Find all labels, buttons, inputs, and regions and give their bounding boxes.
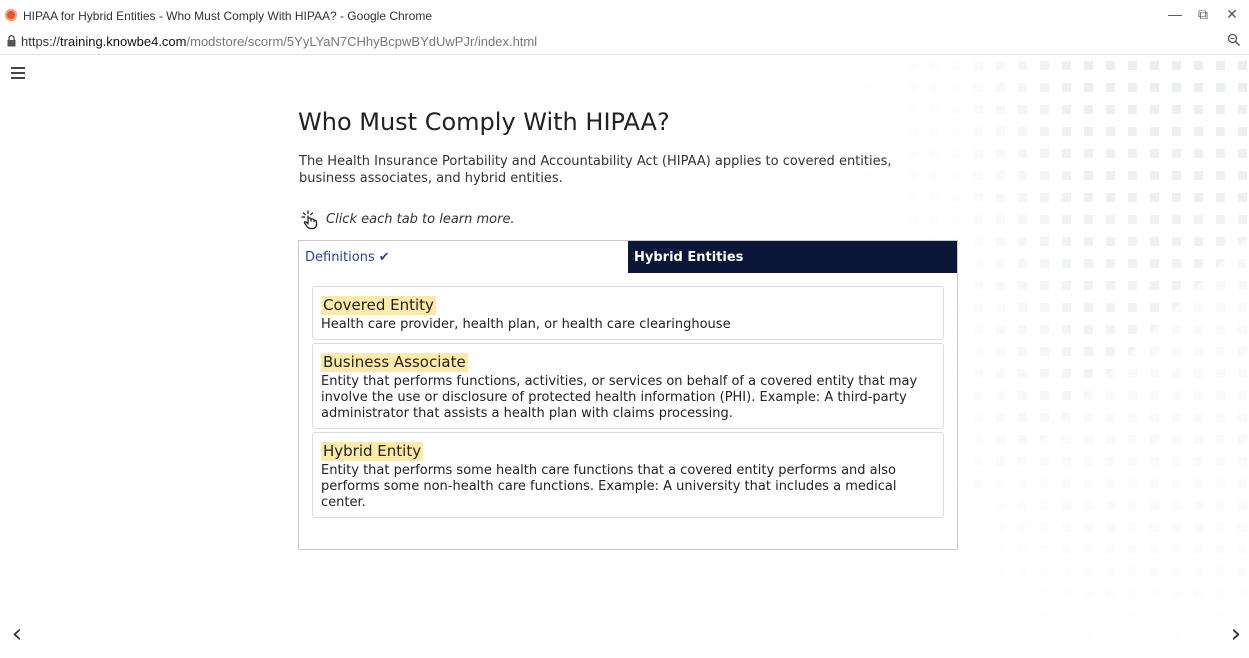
tap-icon: [301, 210, 318, 230]
window-title: HIPAA for Hybrid Entities - Who Must Com…: [23, 9, 433, 23]
check-icon: ✔: [378, 249, 390, 265]
course-content: Who Must Comply With HIPAA? The Health I…: [0, 55, 1249, 658]
definition-text: Entity that performs functions, activiti…: [321, 374, 918, 421]
close-button[interactable]: ✕: [1220, 3, 1244, 25]
url-host: training.knowbe4.com: [60, 34, 187, 49]
definition-card-hybrid-entity: Hybrid Entity Entity that performs some …: [312, 432, 944, 518]
tab-panel: Definitions ✔ Hybrid Entities Covered En…: [298, 240, 958, 550]
browser-titlebar: HIPAA for Hybrid Entities - Who Must Com…: [0, 0, 1249, 30]
definition-card-covered-entity: Covered Entity Health care provider, hea…: [312, 286, 944, 340]
definition-card-business-associate: Business Associate Entity that performs …: [312, 343, 944, 429]
definition-term: Business Associate: [321, 353, 468, 372]
page-title: Who Must Comply With HIPAA?: [298, 108, 670, 136]
tab-definitions-label: Definitions: [305, 249, 375, 265]
minimize-button[interactable]: —: [1163, 3, 1187, 25]
definition-text: Entity that performs some health care fu…: [321, 463, 897, 510]
favicon-icon: [5, 9, 17, 21]
menu-icon[interactable]: [11, 67, 25, 81]
definition-term: Covered Entity: [321, 296, 436, 315]
definition-term: Hybrid Entity: [321, 442, 424, 461]
zoom-icon[interactable]: [1227, 33, 1241, 47]
tab-hybrid-entities-label: Hybrid Entities: [634, 249, 744, 265]
url-text[interactable]: https://training.knowbe4.com/modstore/sc…: [21, 34, 537, 49]
restore-button[interactable]: ⧉: [1191, 3, 1215, 25]
instruction-text: Click each tab to learn more.: [326, 211, 515, 227]
definition-list: Covered Entity Health care provider, hea…: [299, 273, 957, 518]
url-path: /modstore/scorm/5YyLYaN7CHhyBcpwBYdUwPJr…: [186, 34, 538, 49]
intro-text: The Health Insurance Portability and Acc…: [299, 154, 892, 186]
tab-hybrid-entities[interactable]: Hybrid Entities: [628, 241, 957, 273]
chevron-right-icon[interactable]: ›: [1226, 621, 1246, 647]
address-bar[interactable]: https://training.knowbe4.com/modstore/sc…: [0, 30, 1249, 55]
tab-definitions[interactable]: Definitions ✔: [299, 241, 628, 273]
chevron-left-icon[interactable]: ‹: [7, 621, 27, 647]
definition-text: Health care provider, health plan, or he…: [321, 317, 731, 332]
url-scheme: https://: [21, 34, 61, 49]
lock-icon: [7, 35, 16, 47]
tab-bar: Definitions ✔ Hybrid Entities: [299, 241, 957, 273]
instruction: Click each tab to learn more.: [299, 208, 515, 230]
